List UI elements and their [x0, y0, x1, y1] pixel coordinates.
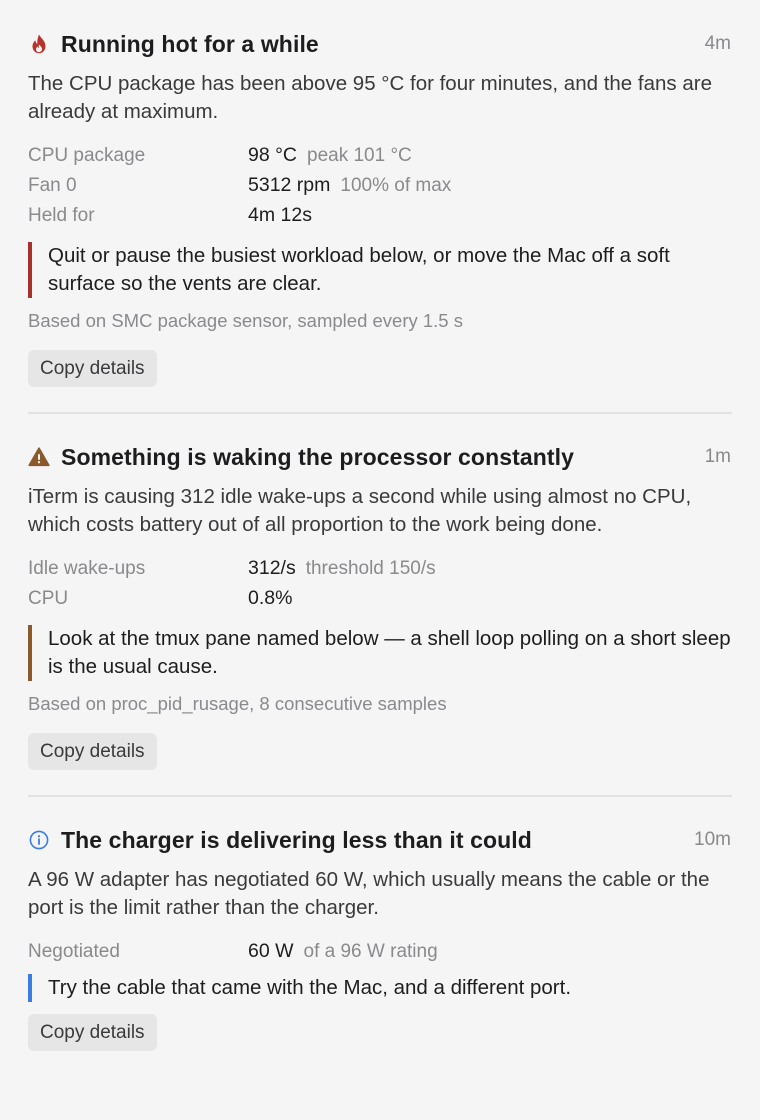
alert-title: Something is waking the processor consta… — [61, 443, 575, 470]
alert-description: A 96 W adapter has negotiated 60 W, whic… — [28, 868, 710, 919]
alert-card-charger: The charger is delivering less than it c… — [28, 795, 732, 1076]
copy-details-button[interactable]: Copy details — [28, 350, 157, 387]
metric-value: 0.8% — [248, 587, 293, 609]
alert-age: 1m — [704, 446, 731, 467]
metric-value: 98 °C — [248, 144, 297, 166]
metric-label: CPU package — [28, 145, 146, 166]
metric-note: 100% of max — [340, 175, 452, 196]
copy-details-button[interactable]: Copy details — [28, 1014, 157, 1051]
alert-card-wakeups: Something is waking the processor consta… — [28, 412, 732, 795]
metric-note: peak 101 °C — [307, 145, 412, 166]
alert-description: The CPU package has been above 95 °C for… — [28, 72, 712, 123]
alert-advice: Look at the tmux pane named below — a sh… — [28, 625, 732, 681]
alert-header: Something is waking the processor consta… — [28, 441, 732, 473]
metric-row-cpu: CPU 0.8% — [28, 583, 732, 613]
warning-triangle-icon — [28, 446, 50, 468]
alert-source: Based on SMC package sensor, sampled eve… — [28, 310, 463, 331]
alert-header: Running hot for a while 4m — [28, 28, 732, 60]
copy-details-button[interactable]: Copy details — [28, 733, 157, 770]
metric-label: Fan 0 — [28, 175, 77, 196]
metric-row-held-for: Held for 4m 12s — [28, 200, 732, 230]
alert-metrics: Idle wake-ups 312/s threshold 150/s CPU … — [28, 553, 732, 613]
alert-advice: Try the cable that came with the Mac, an… — [28, 974, 732, 1002]
metric-note: threshold 150/s — [305, 558, 436, 579]
metric-row-cpu-package: CPU package 98 °C peak 101 °C — [28, 140, 732, 170]
alerts-list: Running hot for a while 4m The CPU packa… — [0, 0, 760, 1076]
alert-age: 10m — [694, 829, 731, 850]
alert-metrics: Negotiated 60 W of a 96 W rating — [28, 936, 732, 966]
alert-card-thermal: Running hot for a while 4m The CPU packa… — [28, 28, 732, 412]
fire-icon — [28, 33, 50, 55]
alert-description: iTerm is causing 312 idle wake-ups a sec… — [28, 485, 692, 536]
metric-value: 5312 rpm — [248, 174, 331, 196]
metric-row-idle-wakeups: Idle wake-ups 312/s threshold 150/s — [28, 553, 732, 583]
alert-title: The charger is delivering less than it c… — [61, 826, 532, 853]
info-circle-icon — [28, 829, 50, 851]
alert-metrics: CPU package 98 °C peak 101 °C Fan 0 5312… — [28, 140, 732, 230]
metric-value: 4m 12s — [248, 204, 312, 226]
metric-row-negotiated: Negotiated 60 W of a 96 W rating — [28, 936, 732, 966]
alert-age: 4m — [704, 33, 731, 54]
alert-title: Running hot for a while — [61, 30, 319, 57]
metric-row-fan-0: Fan 0 5312 rpm 100% of max — [28, 170, 732, 200]
metric-label: Idle wake-ups — [28, 558, 146, 579]
metric-note: of a 96 W rating — [303, 941, 438, 962]
metric-label: Negotiated — [28, 941, 120, 962]
metric-value: 312/s — [248, 557, 296, 579]
alert-header: The charger is delivering less than it c… — [28, 824, 732, 856]
metric-value: 60 W — [248, 940, 294, 962]
alert-advice: Quit or pause the busiest workload below… — [28, 242, 732, 298]
alert-source: Based on proc_pid_rusage, 8 consecutive … — [28, 693, 447, 714]
metric-label: CPU — [28, 588, 69, 609]
metric-label: Held for — [28, 205, 95, 226]
